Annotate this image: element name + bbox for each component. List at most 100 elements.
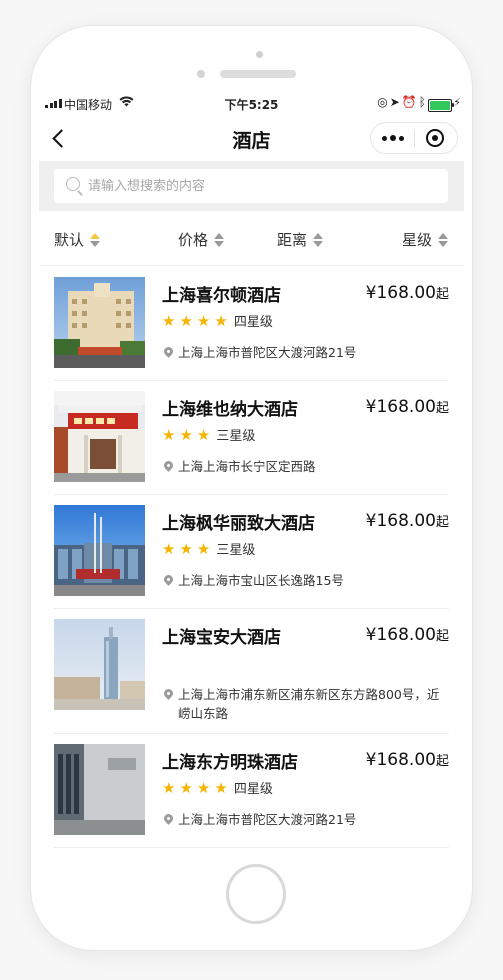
star-icon: ★ [179,425,193,444]
star-icon: ★ [179,311,193,330]
hotel-item[interactable]: 上海宝安大酒店 ¥168.00起 上海上海市浦东新区浦东新区东方路800号，近崂… [54,608,449,734]
hotel-item[interactable]: 上海枫华丽致大酒店 ¥168.00起 ★ ★ ★ 三星级 上海上海市宝山区长逸路15号 [54,494,449,609]
hotel-address: 上海上海市普陀区大渡河路21号 [162,810,356,829]
star-level: 四星级 [233,315,273,330]
star-rating: ★ ★ ★ 三星级 [162,425,256,445]
hotel-photo [54,505,145,596]
hotel-item[interactable]: 上海喜尔顿酒店 ¥168.00起 ★ ★ ★ ★ 四星级 上海上海市普陀区大渡河路21号 [54,266,449,381]
sort-bar: 默认 价格 距离 星级 [39,211,464,266]
hotel-address: 上海上海市宝山区长逸路15号 [162,571,344,590]
price-value: ¥168.00 [365,625,436,645]
capsule-divider [414,130,415,147]
alarm-icon: ⏰ [401,95,419,109]
hotel-name: 上海枫华丽致大酒店 [162,514,315,534]
sort-label: 价格 [178,231,209,249]
hotel-name: 上海维也纳大酒店 [162,400,298,420]
navigation-bar: 酒店 [39,117,464,161]
hotel-price: ¥168.00起 [366,750,449,770]
price-value: ¥168.00 [365,750,436,770]
sort-label: 距离 [277,231,308,249]
star-icon: ★ [162,425,176,444]
sort-star-level[interactable]: 星级 [402,229,449,250]
search-bar [39,161,464,211]
location-icon: ➤ [389,95,402,109]
sort-label: 星级 [402,231,433,249]
sort-price[interactable]: 价格 [178,229,225,250]
star-icon: ★ [196,539,211,558]
star-icon: ★ [196,778,211,797]
proximity-sensor [197,70,205,78]
star-icon: ★ [179,539,193,558]
hotel-name: 上海宝安大酒店 [162,628,281,648]
price-suffix: 起 [435,754,449,769]
hotel-price: ¥168.00起 [366,511,449,531]
star-level: 三星级 [216,429,256,444]
battery-icon [428,99,454,112]
screen: 中国移动 下午5:25 ◎➤⏰ᛒ ⚡ 酒店 默认 价格 距离 星级 [39,91,464,851]
hotel-name: 上海喜尔顿酒店 [162,286,281,306]
close-miniprogram-button[interactable] [426,129,444,147]
price-value: ¥168.00 [365,511,436,531]
front-camera [256,51,263,58]
hotel-name: 上海东方明珠酒店 [162,753,298,773]
sort-label: 默认 [54,231,85,249]
location-pin-icon [162,687,175,700]
hotel-address: 上海上海市浦东新区浦东新区东方路800号，近崂山东路 [162,685,447,723]
star-icon: ★ [162,311,176,330]
hotel-photo [54,391,145,482]
more-options-button[interactable] [379,131,407,145]
sort-arrows-icon [438,232,449,247]
sort-default[interactable]: 默认 [54,229,101,250]
address-text: 上海上海市浦东新区浦东新区东方路800号，近崂山东路 [178,687,440,721]
status-bar: 中国移动 下午5:25 ◎➤⏰ᛒ ⚡ [39,91,464,117]
hotel-item[interactable]: 上海维也纳大酒店 ¥168.00起 ★ ★ ★ 三星级 上海上海市长宁区定西路 [54,380,449,495]
price-suffix: 起 [435,515,449,530]
home-button[interactable] [226,864,286,924]
search-input[interactable] [88,169,438,203]
earpiece-speaker [220,70,296,78]
star-icon: ★ [214,311,228,330]
location-pin-icon [162,573,175,586]
star-icon: ★ [162,539,176,558]
menu-capsule [370,122,458,154]
address-text: 上海上海市长宁区定西路 [178,459,316,474]
hotel-photo [54,619,145,710]
star-icon: ★ [196,311,211,330]
star-rating: ★ ★ ★ ★ 四星级 [162,311,273,331]
address-text: 上海上海市普陀区大渡河路21号 [178,345,357,360]
bluetooth-icon: ᛒ [418,95,428,109]
star-icon: ★ [214,778,228,797]
star-rating: ★ ★ ★ ★ 四星级 [162,778,273,798]
star-level: 三星级 [216,543,256,558]
hotel-price: ¥168.00起 [366,625,449,645]
star-icon: ★ [196,425,211,444]
address-text: 上海上海市宝山区长逸路15号 [178,573,344,588]
price-suffix: 起 [435,287,449,302]
sort-arrows-icon [90,232,101,247]
lock-rotation-icon: ◎ [377,95,390,109]
location-pin-icon [162,459,175,472]
address-text: 上海上海市普陀区大渡河路21号 [178,812,357,827]
charging-icon: ⚡ [453,96,461,109]
star-icon: ★ [162,778,176,797]
location-pin-icon [162,345,175,358]
location-pin-icon [162,812,175,825]
hotel-address: 上海上海市普陀区大渡河路21号 [162,343,356,362]
hotel-item[interactable]: 上海东方明珠酒店 ¥168.00起 ★ ★ ★ ★ 四星级 上海上海市普陀区大渡河路21… [54,733,449,848]
hotel-photo [54,277,145,368]
star-rating: ★ ★ ★ 三星级 [162,539,256,559]
price-suffix: 起 [435,401,449,416]
sort-arrows-icon [214,232,225,247]
price-suffix: 起 [435,629,449,644]
sort-distance[interactable]: 距离 [277,229,324,250]
star-icon: ★ [179,778,193,797]
status-icons: ◎➤⏰ᛒ [377,95,428,109]
hotel-price: ¥168.00起 [366,397,449,417]
price-value: ¥168.00 [365,397,436,417]
price-value: ¥168.00 [365,283,436,303]
sort-arrows-icon [313,232,324,247]
hotel-address: 上海上海市长宁区定西路 [162,457,316,476]
star-level: 四星级 [233,782,273,797]
hotel-photo [54,744,145,835]
search-box [54,169,448,203]
